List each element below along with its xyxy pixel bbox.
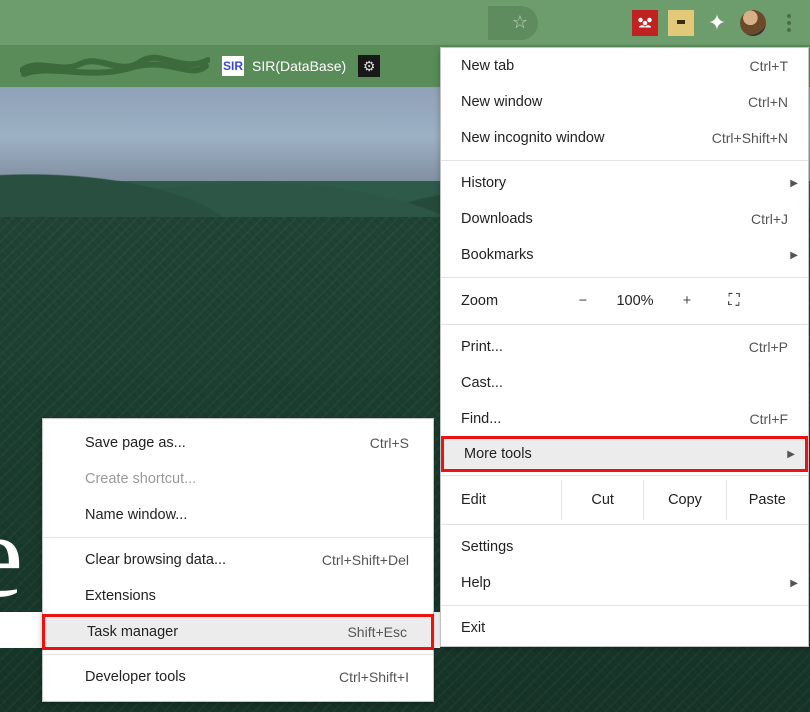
zoom-out-button[interactable]: − [561, 293, 605, 309]
menu-item-label: More tools [464, 446, 532, 462]
menu-help[interactable]: Help [441, 565, 808, 601]
profile-avatar[interactable] [740, 10, 766, 36]
edit-paste-button[interactable]: Paste [726, 480, 808, 520]
menu-separator [441, 160, 808, 161]
menu-item-shortcut: Ctrl+Shift+Del [322, 552, 409, 568]
menu-item-label: Print... [461, 339, 503, 355]
menu-item-shortcut: Ctrl+N [748, 94, 788, 110]
menu-history[interactable]: History [441, 165, 808, 201]
omnibox-tail: ☆ [488, 6, 538, 40]
menu-new-incognito[interactable]: New incognito window Ctrl+Shift+N [441, 120, 808, 156]
menu-print[interactable]: Print... Ctrl+P [441, 329, 808, 365]
submenu-clear-browsing-data[interactable]: Clear browsing data... Ctrl+Shift+Del [43, 542, 433, 578]
menu-item-shortcut: Shift+Esc [347, 624, 407, 640]
menu-item-label: Bookmarks [461, 247, 534, 263]
menu-separator [43, 537, 433, 538]
zoom-in-button[interactable]: + [665, 293, 709, 309]
menu-new-tab[interactable]: New tab Ctrl+T [441, 48, 808, 84]
browser-toolbar: ☆ ✦ [0, 0, 810, 45]
zoom-percent: 100% [605, 293, 665, 309]
chrome-menu-button[interactable] [776, 10, 802, 36]
menu-exit[interactable]: Exit [441, 610, 808, 646]
menu-item-label: Cast... [461, 375, 503, 391]
menu-separator [43, 654, 433, 655]
submenu-extensions[interactable]: Extensions [43, 578, 433, 614]
menu-item-shortcut: Ctrl+S [370, 435, 409, 451]
menu-item-label: Create shortcut... [85, 471, 196, 487]
bookmark-gear[interactable]: ⚙ [358, 55, 380, 77]
more-tools-submenu: Save page as... Ctrl+S Create shortcut..… [42, 418, 434, 702]
menu-item-label: History [461, 175, 506, 191]
bookmark-sir-database[interactable]: SIR SIR(DataBase) [222, 56, 346, 76]
menu-item-label: Developer tools [85, 669, 186, 685]
menu-item-label: Extensions [85, 588, 156, 604]
sir-favicon: SIR [222, 56, 244, 76]
menu-downloads[interactable]: Downloads Ctrl+J [441, 201, 808, 237]
menu-item-shortcut: Ctrl+F [750, 411, 789, 427]
submenu-create-shortcut[interactable]: Create shortcut... [43, 461, 433, 497]
menu-settings[interactable]: Settings [441, 529, 808, 565]
menu-item-shortcut: Ctrl+Shift+I [339, 669, 409, 685]
submenu-developer-tools[interactable]: Developer tools Ctrl+Shift+I [43, 659, 433, 695]
menu-item-label: Help [461, 575, 491, 591]
menu-item-shortcut: Ctrl+Shift+N [712, 130, 788, 146]
bookmark-label: SIR(DataBase) [252, 58, 346, 74]
menu-item-shortcut: Ctrl+T [750, 58, 789, 74]
menu-edit-row: Edit Cut Copy Paste [441, 480, 808, 520]
menu-item-label: Settings [461, 539, 513, 555]
menu-item-label: Find... [461, 411, 501, 427]
menu-more-tools[interactable]: More tools [441, 436, 808, 472]
menu-item-label: Exit [461, 620, 485, 636]
mendeley-extension-icon[interactable] [632, 10, 658, 36]
menu-zoom-row: Zoom − 100% + ⛶ [441, 282, 808, 320]
menu-item-label: Downloads [461, 211, 533, 227]
menu-cast[interactable]: Cast... [441, 365, 808, 401]
fullscreen-button[interactable]: ⛶ [709, 292, 759, 310]
menu-separator [441, 277, 808, 278]
pixel-face-extension-icon[interactable] [668, 10, 694, 36]
page-letter-e: e [0, 487, 23, 625]
redacted-scribble [20, 54, 210, 78]
menu-find[interactable]: Find... Ctrl+F [441, 401, 808, 437]
edit-copy-button[interactable]: Copy [643, 480, 725, 520]
zoom-label: Zoom [461, 293, 561, 309]
menu-separator [441, 324, 808, 325]
submenu-name-window[interactable]: Name window... [43, 497, 433, 533]
extensions-puzzle-icon[interactable]: ✦ [704, 10, 730, 36]
menu-item-label: Name window... [85, 507, 187, 523]
menu-separator [441, 524, 808, 525]
menu-item-label: Task manager [87, 624, 178, 640]
chrome-main-menu: New tab Ctrl+T New window Ctrl+N New inc… [440, 47, 809, 647]
edit-cut-button[interactable]: Cut [561, 480, 643, 520]
menu-item-label: Save page as... [85, 435, 186, 451]
submenu-task-manager[interactable]: Task manager Shift+Esc [42, 614, 434, 650]
menu-separator [441, 475, 808, 476]
menu-item-label: New window [461, 94, 542, 110]
submenu-save-page[interactable]: Save page as... Ctrl+S [43, 425, 433, 461]
menu-item-label: New tab [461, 58, 514, 74]
menu-item-label: New incognito window [461, 130, 604, 146]
menu-bookmarks[interactable]: Bookmarks [441, 237, 808, 273]
menu-item-shortcut: Ctrl+J [751, 211, 788, 227]
menu-item-shortcut: Ctrl+P [749, 339, 788, 355]
star-icon[interactable]: ☆ [512, 12, 528, 33]
menu-separator [441, 605, 808, 606]
edit-label: Edit [441, 492, 561, 508]
gear-icon: ⚙ [358, 55, 380, 77]
menu-new-window[interactable]: New window Ctrl+N [441, 84, 808, 120]
menu-item-label: Clear browsing data... [85, 552, 226, 568]
